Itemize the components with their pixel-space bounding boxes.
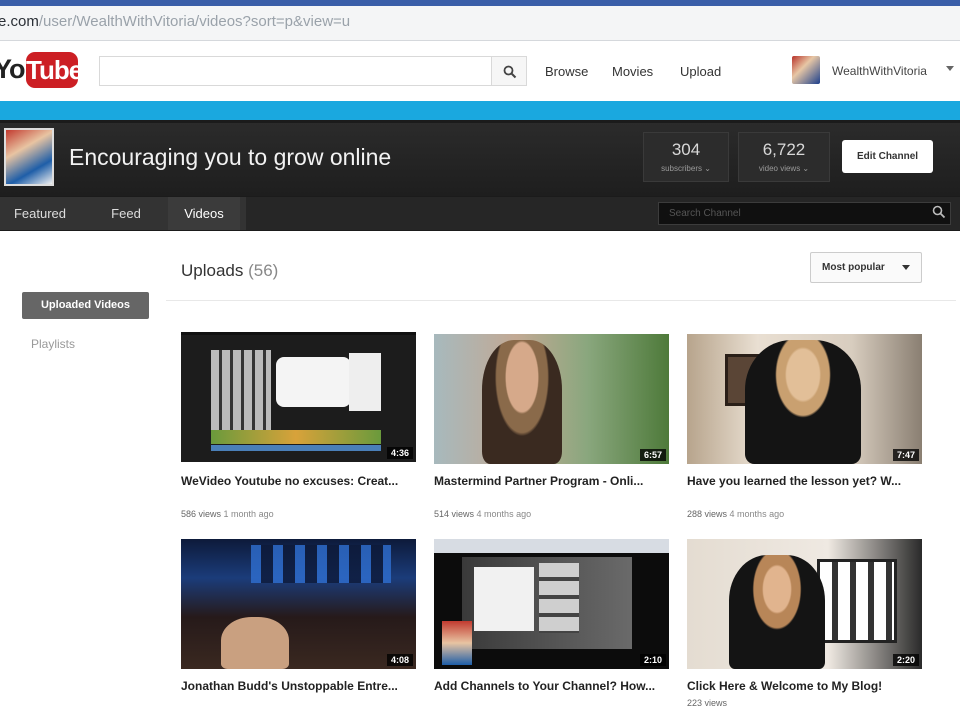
video-meta: 586 views 1 month ago <box>181 509 274 519</box>
video-duration: 6:57 <box>639 449 666 461</box>
video-title-link[interactable]: Mastermind Partner Program - Onli... <box>434 474 666 489</box>
video-duration: 4:08 <box>386 654 413 666</box>
search-input[interactable] <box>99 56 491 86</box>
video-title-link[interactable]: WeVideo Youtube no excuses: Creat... <box>181 474 413 489</box>
chevron-down-icon[interactable] <box>946 66 954 71</box>
video-thumbnail[interactable]: 4:08 <box>181 539 416 669</box>
video-meta: 288 views 4 months ago <box>687 509 784 519</box>
edit-channel-button[interactable]: Edit Channel <box>842 140 933 173</box>
video-views: 288 views <box>687 509 728 519</box>
uploads-count: (56) <box>248 261 279 280</box>
subscriber-count-box[interactable]: 304 subscribers ⌄ <box>643 132 729 182</box>
sidebar-item-playlists[interactable]: Playlists <box>31 337 75 351</box>
video-title-link[interactable]: Jonathan Budd's Unstoppable Entre... <box>181 679 413 694</box>
video-thumbnail[interactable]: 6:57 <box>434 334 669 464</box>
search-button[interactable] <box>491 56 527 86</box>
nav-upload[interactable]: Upload <box>680 64 721 79</box>
channel-search-input[interactable]: Search Channel <box>658 202 951 225</box>
url-path: /user/WealthWithVitoria/videos?sort=p&vi… <box>38 13 351 30</box>
sidebar-item-uploaded-videos[interactable]: Uploaded Videos <box>22 292 149 319</box>
video-duration: 4:36 <box>386 447 413 459</box>
video-title-link[interactable]: Have you learned the lesson yet? W... <box>687 474 919 489</box>
video-duration: 2:20 <box>892 654 919 666</box>
address-text[interactable]: e.com/user/WealthWithVitoria/videos?sort… <box>0 13 350 30</box>
video-age: 1 month ago <box>223 509 274 519</box>
video-meta: 514 views 4 months ago <box>434 509 531 519</box>
nav-browse[interactable]: Browse <box>545 64 588 79</box>
video-thumbnail[interactable]: 2:20 <box>687 539 922 669</box>
tab-featured[interactable]: Featured <box>0 197 80 230</box>
channel-avatar[interactable] <box>4 128 54 186</box>
chevron-down-icon[interactable] <box>902 265 910 270</box>
tab-videos[interactable]: Videos <box>168 197 240 230</box>
video-views: 223 views <box>687 698 728 708</box>
video-thumbnail[interactable]: 4:36 <box>181 332 416 462</box>
video-views: 514 views <box>434 509 475 519</box>
uploads-label: Uploads <box>181 261 244 280</box>
view-count: 6,722 <box>762 140 806 159</box>
logo-tube-text: Tube <box>26 52 83 88</box>
uploads-heading: Uploads (56) <box>181 261 278 281</box>
channel-banner-band <box>0 101 960 120</box>
video-views: 586 views <box>181 509 222 519</box>
video-age: 4 months ago <box>476 509 532 519</box>
divider <box>166 300 956 301</box>
search-icon <box>503 65 517 79</box>
tab-feed[interactable]: Feed <box>90 197 162 230</box>
view-label: video views ⌄ <box>758 164 810 173</box>
video-thumbnail[interactable]: 7:47 <box>687 334 922 464</box>
video-meta: 223 views <box>687 698 727 708</box>
video-age: 4 months ago <box>729 509 785 519</box>
video-thumbnail[interactable]: 2:10 <box>434 539 669 669</box>
subscriber-label: subscribers ⌄ <box>661 164 711 173</box>
subscriber-count: 304 <box>671 140 701 159</box>
channel-title: Encouraging you to grow online <box>69 144 392 170</box>
view-count-box[interactable]: 6,722 video views ⌄ <box>738 132 830 182</box>
search-icon[interactable] <box>932 205 946 219</box>
url-domain: e.com <box>0 13 39 30</box>
video-duration: 7:47 <box>892 449 919 461</box>
user-name[interactable]: WealthWithVitoria <box>832 64 927 78</box>
user-avatar[interactable] <box>792 56 820 84</box>
video-title-link[interactable]: Add Channels to Your Channel? How... <box>434 679 666 694</box>
video-title-link[interactable]: Click Here & Welcome to My Blog! <box>687 679 919 694</box>
nav-movies[interactable]: Movies <box>612 64 653 79</box>
video-duration: 2:10 <box>639 654 666 666</box>
